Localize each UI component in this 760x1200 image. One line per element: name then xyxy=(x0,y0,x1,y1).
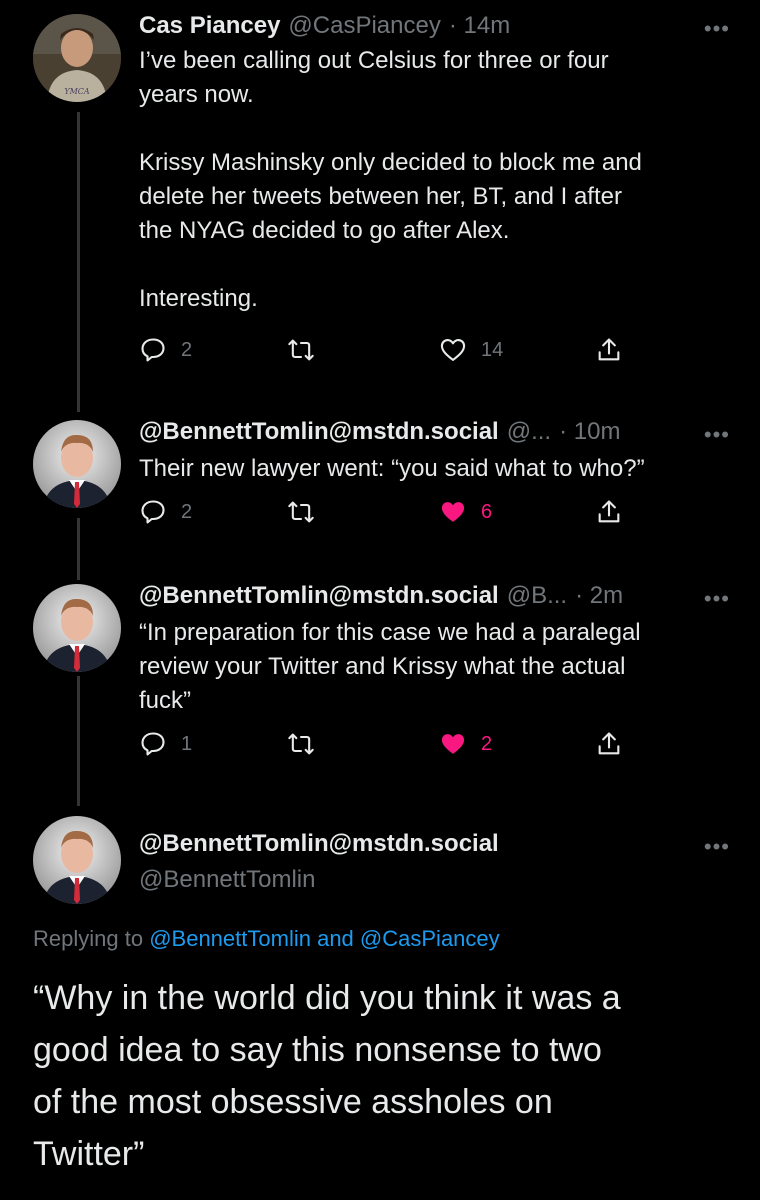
like-count: 2 xyxy=(481,732,493,755)
avatar[interactable] xyxy=(33,420,121,508)
retweet-button[interactable] xyxy=(287,498,315,526)
author-handle[interactable]: @B... xyxy=(507,582,567,610)
like-button[interactable]: 14 xyxy=(439,336,503,364)
replying-to: Replying to @BennettTomlin and @CasPianc… xyxy=(33,926,500,952)
avatar[interactable]: YMCA xyxy=(33,14,121,102)
tweet-actions: 2 14 xyxy=(139,336,639,376)
tweet-header: Cas Piancey @CasPiancey · 14m xyxy=(139,12,510,40)
author-handle[interactable]: @BennettTomlin xyxy=(139,866,315,894)
share-icon xyxy=(598,338,620,361)
heart-filled-icon xyxy=(441,734,465,754)
heart-icon xyxy=(440,339,466,361)
retweet-icon xyxy=(288,339,314,361)
tweet-header: @BennettTomlin@mstdn.social @... · 10m xyxy=(139,418,620,446)
avatar[interactable] xyxy=(33,584,121,672)
replying-and: and xyxy=(317,926,354,951)
author-name[interactable]: @BennettTomlin@mstdn.social xyxy=(139,582,499,610)
author-name[interactable]: @BennettTomlin@mstdn.social xyxy=(139,830,499,858)
retweet-button[interactable] xyxy=(287,730,315,758)
share-button[interactable] xyxy=(595,730,623,758)
share-icon xyxy=(598,732,620,755)
reply-button[interactable]: 1 xyxy=(139,730,192,758)
thread-line xyxy=(77,112,80,412)
reply-icon xyxy=(141,732,165,756)
reply-button[interactable]: 2 xyxy=(139,498,192,526)
retweet-icon xyxy=(288,733,314,755)
author-handle[interactable]: @... xyxy=(507,418,551,446)
tweet-time[interactable]: · 14m xyxy=(449,12,510,40)
author-name[interactable]: Cas Piancey xyxy=(139,12,280,40)
reply-icon xyxy=(141,338,165,362)
tweet-text: I’ve been calling out Celsius for three … xyxy=(139,47,642,312)
tweet-text: Their new lawyer went: “you said what to… xyxy=(139,455,645,482)
like-button[interactable]: 2 xyxy=(439,730,492,758)
avatar[interactable] xyxy=(33,816,121,904)
avatar-shirt-text: YMCA xyxy=(64,87,90,96)
heart-filled-icon xyxy=(441,502,465,522)
retweet-icon xyxy=(288,501,314,523)
tweet-actions: 1 2 xyxy=(139,730,639,770)
main-tweet-text: “Why in the world did you think it was a… xyxy=(33,979,621,1173)
author-name[interactable]: @BennettTomlin@mstdn.social xyxy=(139,418,499,446)
reply-count: 2 xyxy=(181,500,193,523)
reply-icon xyxy=(141,500,165,524)
like-count: 6 xyxy=(481,500,493,523)
replying-to-prefix: Replying to xyxy=(33,926,144,951)
author-handle[interactable]: @CasPiancey xyxy=(288,12,440,40)
reply-button[interactable]: 2 xyxy=(139,336,192,364)
like-count: 14 xyxy=(481,338,504,361)
tweet-time[interactable]: · 2m xyxy=(575,582,623,610)
reply-count: 1 xyxy=(181,732,193,755)
share-icon xyxy=(598,500,620,523)
thread-line xyxy=(77,676,80,806)
share-button[interactable] xyxy=(595,498,623,526)
tweet-time[interactable]: · 10m xyxy=(559,418,620,446)
share-button[interactable] xyxy=(595,336,623,364)
more-options-icon[interactable]: ••• xyxy=(704,422,730,448)
tweet-header: @BennettTomlin@mstdn.social @B... · 2m xyxy=(139,582,623,610)
tweet-actions: 2 6 xyxy=(139,498,639,538)
replying-user-link[interactable]: @BennettTomlin xyxy=(149,926,311,951)
more-options-icon[interactable]: ••• xyxy=(704,586,730,612)
retweet-button[interactable] xyxy=(287,336,315,364)
tweet-text: “In preparation for this case we had a p… xyxy=(139,619,641,714)
thread-line xyxy=(77,518,80,580)
like-button[interactable]: 6 xyxy=(439,498,492,526)
replying-user-link[interactable]: @CasPiancey xyxy=(360,926,500,951)
more-options-icon[interactable]: ••• xyxy=(704,16,730,42)
reply-count: 2 xyxy=(181,338,193,361)
more-options-icon[interactable]: ••• xyxy=(704,834,730,860)
